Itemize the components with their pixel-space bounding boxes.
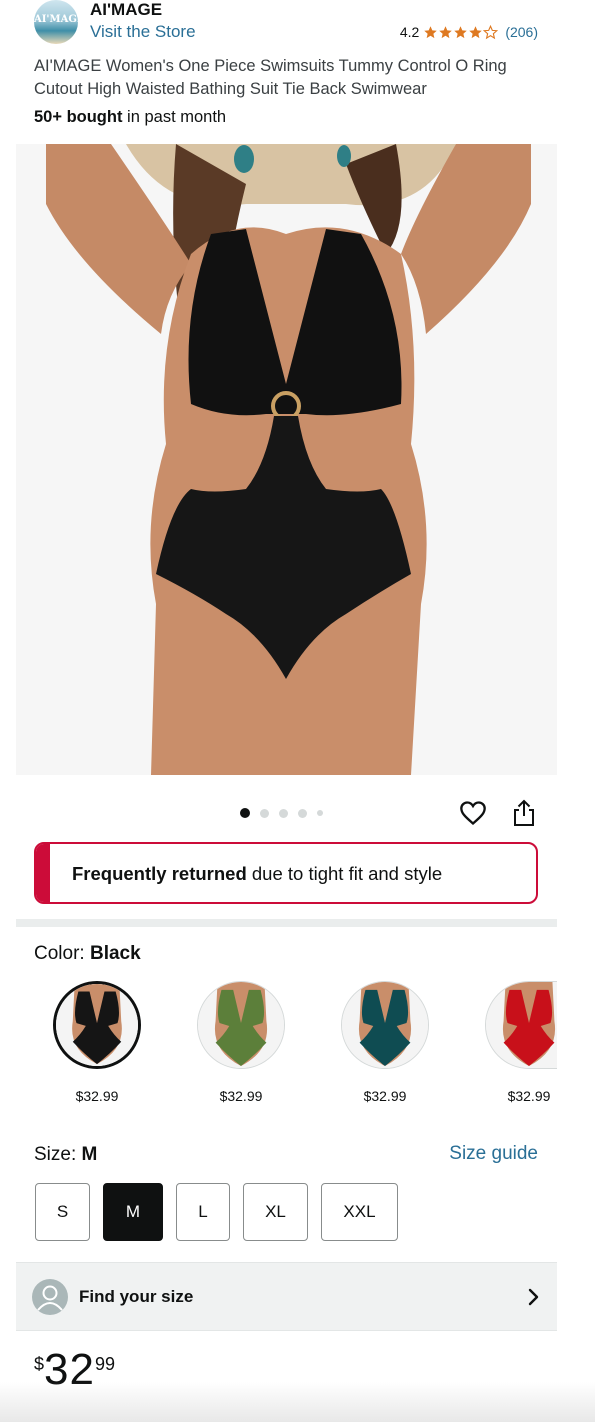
star-full-icon bbox=[469, 25, 483, 38]
size-option-xxl[interactable]: XXL bbox=[321, 1183, 398, 1241]
size-selected-value: M bbox=[81, 1144, 98, 1165]
size-option-m[interactable]: M bbox=[103, 1183, 163, 1241]
carousel-dot[interactable] bbox=[260, 808, 269, 818]
share-button[interactable] bbox=[510, 798, 538, 828]
price-fraction: 99 bbox=[94, 1354, 115, 1374]
color-swatch-teal[interactable] bbox=[341, 981, 429, 1069]
brand-logo[interactable]: AI'MAGE bbox=[34, 0, 78, 44]
heart-icon bbox=[460, 801, 486, 826]
size-guide-link[interactable]: Size guide bbox=[449, 1143, 538, 1165]
frequently-returned-alert: Frequently returned due to tight fit and… bbox=[34, 842, 538, 904]
find-your-size-row[interactable]: Find your size bbox=[16, 1262, 557, 1331]
bottom-fade bbox=[0, 1382, 595, 1422]
size-label: Size: M bbox=[34, 1144, 97, 1166]
rating-count: (206) bbox=[505, 24, 538, 40]
bought-count-bold: 50+ bought bbox=[34, 108, 123, 126]
star-full-icon bbox=[454, 25, 468, 38]
product-title: AI'MAGE Women's One Piece Swimsuits Tumm… bbox=[34, 57, 507, 98]
carousel-dot[interactable] bbox=[317, 810, 323, 816]
size-option-l[interactable]: L bbox=[176, 1183, 230, 1241]
carousel-dot[interactable] bbox=[298, 808, 307, 818]
swatch-price: $32.99 bbox=[507, 1088, 551, 1104]
rating-value: 4.2 bbox=[399, 24, 420, 40]
swatch-price: $32.99 bbox=[219, 1088, 263, 1104]
color-swatch-green[interactable] bbox=[197, 981, 285, 1069]
size-option-s[interactable]: S bbox=[35, 1183, 90, 1241]
price-currency-symbol: $ bbox=[34, 1354, 45, 1374]
color-selected-value: Black bbox=[89, 943, 141, 964]
swatch-price: $32.99 bbox=[363, 1088, 407, 1104]
chevron-right-icon bbox=[528, 1288, 539, 1306]
brand-name: AI'MAGE bbox=[90, 0, 163, 19]
carousel-dot[interactable] bbox=[279, 808, 288, 818]
size-label-prefix: Size: bbox=[34, 1144, 82, 1165]
red-swimsuit-thumbnail bbox=[486, 982, 557, 1068]
color-label: Color: Black bbox=[34, 943, 141, 965]
size-option-xl[interactable]: XL bbox=[243, 1183, 308, 1241]
rating-summary[interactable]: 4.2 (206) bbox=[400, 24, 538, 40]
star-empty-icon bbox=[483, 24, 499, 39]
color-swatch-red[interactable] bbox=[485, 981, 557, 1069]
visit-store-link[interactable]: Visit the Store bbox=[90, 22, 196, 42]
section-divider bbox=[16, 919, 557, 927]
star-rating bbox=[423, 24, 499, 40]
color-label-prefix: Color: bbox=[34, 943, 90, 964]
alert-message: Frequently returned due to tight fit and… bbox=[72, 863, 442, 885]
image-carousel-dots[interactable] bbox=[240, 808, 323, 818]
share-icon bbox=[514, 799, 534, 826]
star-full-icon bbox=[439, 25, 453, 38]
alert-bold-text: Frequently returned bbox=[72, 863, 247, 884]
brand-logo-text: AI'MAGE bbox=[34, 14, 78, 25]
swatch-price: $32.99 bbox=[75, 1088, 119, 1104]
alert-accent-bar bbox=[36, 844, 50, 902]
wishlist-button[interactable] bbox=[458, 798, 488, 828]
black-swimsuit-thumbnail bbox=[56, 984, 138, 1066]
bought-count-rest: in past month bbox=[122, 108, 227, 126]
alert-rest-text: due to tight fit and style bbox=[246, 863, 443, 884]
green-swimsuit-thumbnail bbox=[198, 982, 284, 1068]
find-your-size-label: Find your size bbox=[79, 1287, 194, 1306]
bought-count: 50+ bought in past month bbox=[34, 108, 226, 127]
user-avatar-icon bbox=[32, 1279, 68, 1315]
star-full-icon bbox=[424, 25, 438, 38]
carousel-dot-active[interactable] bbox=[240, 808, 250, 818]
product-image[interactable] bbox=[16, 144, 557, 775]
teal-swimsuit-thumbnail bbox=[342, 982, 428, 1068]
swimsuit-photo bbox=[16, 144, 557, 775]
product-page: AI'MAGE AI'MAGE Visit the Store 4.2 (206… bbox=[0, 0, 595, 1422]
color-swatch-black[interactable] bbox=[53, 981, 141, 1069]
